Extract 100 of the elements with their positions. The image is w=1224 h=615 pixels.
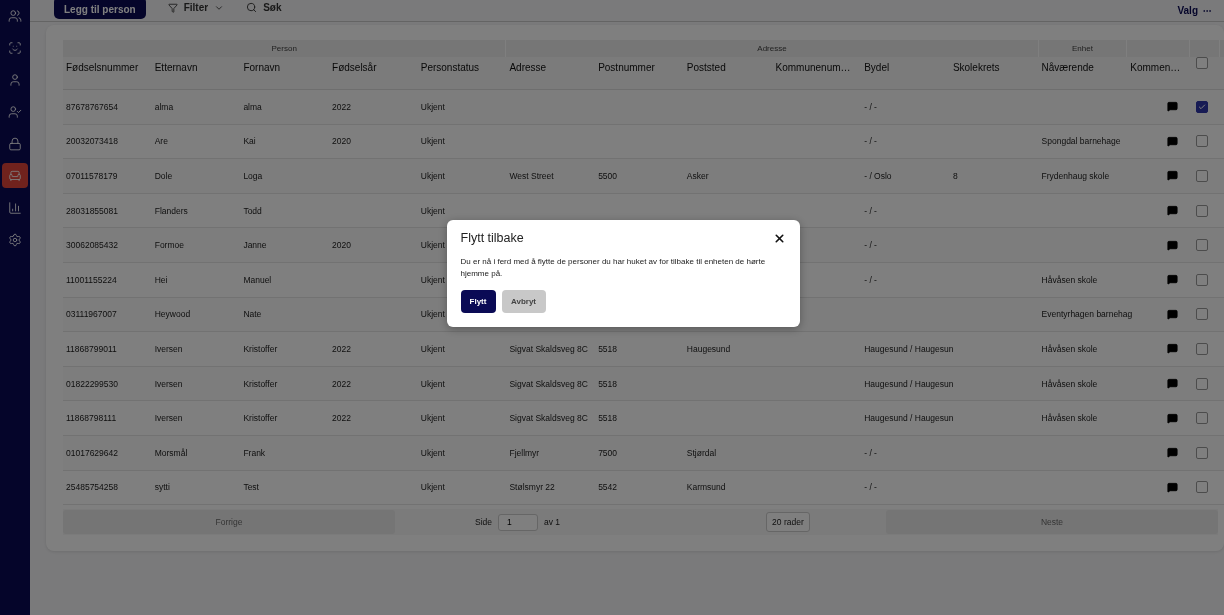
comment-icon[interactable] (1167, 205, 1179, 217)
comment-icon[interactable] (1167, 101, 1179, 113)
row-checkbox[interactable] (1196, 446, 1209, 459)
table-cell: 5518 (598, 378, 618, 389)
lock-icon (8, 136, 22, 151)
table-cell: 11868798111 (66, 413, 117, 424)
filter-button[interactable]: Filter (167, 2, 225, 13)
table-cell: Ukjent (420, 413, 445, 424)
table-cell: Formoe (154, 240, 184, 251)
close-button[interactable] (772, 231, 786, 245)
row-checkbox[interactable] (1196, 170, 1209, 182)
table-cell: - / - (864, 136, 877, 147)
table-cell: alma (243, 101, 262, 112)
select-all-checkbox[interactable] (1196, 57, 1209, 69)
row-checkbox[interactable] (1196, 342, 1209, 355)
table-cell: 8 (952, 171, 958, 181)
cancel-button[interactable]: Avbryt (501, 290, 546, 313)
comment-icon[interactable] (1167, 481, 1179, 493)
comment-icon[interactable] (1167, 308, 1179, 320)
table-cell: 2022 (332, 343, 351, 354)
column-header[interactable]: Adresse (506, 57, 596, 89)
column-header[interactable]: Poststed (683, 57, 773, 89)
confirm-button[interactable]: Flytt (460, 290, 496, 313)
row-checkbox[interactable] (1196, 377, 1209, 390)
table-cell: sytti (154, 482, 170, 493)
column-header[interactable]: Fornavn (240, 57, 330, 89)
table-cell: Are (154, 136, 168, 147)
table-cell: 07011578179 (66, 171, 118, 181)
table-cell: Sigvat Skaldsveg 8C (509, 378, 588, 389)
table-cell: Haugesund / Haugesun (864, 413, 954, 424)
row-checkbox[interactable] (1196, 204, 1209, 217)
table-cell: alma (154, 101, 174, 112)
column-header[interactable]: Fødselsnummer (63, 57, 152, 89)
close-icon (772, 231, 786, 245)
table-cell: 2020 (332, 136, 351, 147)
table-cell: Håvåsen skole (1041, 343, 1098, 354)
table-cell: Håvåsen skole (1041, 274, 1098, 285)
comment-icon[interactable] (1167, 412, 1179, 424)
table-cell: 5518 (598, 413, 618, 424)
comment-icon[interactable] (1167, 447, 1179, 459)
column-header[interactable]: Kommen… (1127, 57, 1191, 89)
table-cell: Flanders (154, 205, 188, 216)
comment-icon[interactable] (1167, 274, 1179, 286)
table-cell: - / - (864, 482, 877, 493)
column-header[interactable]: Nåværende (1038, 57, 1128, 89)
table-cell: Ukjent (420, 274, 445, 285)
table-cell: 11868799011 (66, 343, 117, 354)
row-checkbox[interactable] (1196, 481, 1209, 494)
table-cell: Kai (243, 136, 256, 147)
table-cell: 2020 (332, 240, 351, 251)
add-person-button[interactable]: Legg til person (54, 0, 146, 19)
column-header[interactable]: Fødselsår (329, 57, 418, 89)
table-cell: 01822299530 (66, 378, 118, 389)
column-header[interactable]: Bydel (861, 57, 950, 89)
table-cell: Dole (154, 171, 173, 181)
row-checkbox[interactable] (1196, 308, 1209, 321)
table-cell: Ukjent (420, 447, 445, 458)
table-cell: Haugesund (686, 343, 731, 354)
page-size-select[interactable]: 20 rader (766, 512, 810, 533)
table-cell: Hei (154, 274, 168, 285)
row-checkbox[interactable] (1196, 100, 1209, 113)
table-cell: Janne (243, 240, 267, 251)
comment-icon[interactable] (1167, 135, 1179, 147)
user-icon (8, 72, 22, 87)
page-input[interactable]: 1 (498, 513, 538, 531)
comment-icon[interactable] (1167, 170, 1179, 182)
comment-icon[interactable] (1167, 378, 1179, 390)
table-cell: Sigvat Skaldsveg 8C (509, 413, 588, 424)
user-verified-icon (8, 104, 22, 119)
row-checkbox[interactable] (1196, 273, 1209, 286)
table-cell: Kristoffer (243, 378, 278, 389)
table-cell: 11001155224 (66, 274, 117, 285)
column-group-label: Adresse (757, 44, 787, 53)
column-header[interactable]: Personstatus (417, 57, 507, 89)
table-cell: Iversen (154, 378, 183, 389)
row-checkbox[interactable] (1196, 412, 1209, 425)
table-cell: - / - (864, 447, 877, 458)
bar-chart-icon (8, 200, 22, 215)
table-cell: 25485754258 (66, 482, 118, 493)
table-cell: Heywood (154, 309, 191, 320)
search-icon (246, 2, 258, 13)
column-header[interactable]: Kommunenum… (772, 57, 862, 89)
column-group-label: Person (271, 44, 297, 53)
table-cell: 2022 (332, 101, 351, 112)
comment-icon[interactable] (1167, 343, 1179, 355)
options-button[interactable]: Valg (1177, 5, 1212, 16)
table-cell: Iversen (154, 413, 183, 424)
comment-icon[interactable] (1167, 239, 1179, 251)
column-header[interactable]: Etternavn (151, 57, 241, 89)
column-header[interactable]: Skolekrets (949, 57, 1039, 89)
table-cell: 01017629642 (66, 447, 118, 458)
table-cell: - / - (864, 101, 877, 112)
column-header[interactable]: Postnummer (595, 57, 684, 89)
row-checkbox[interactable] (1196, 135, 1209, 148)
row-checkbox[interactable] (1196, 239, 1209, 252)
table-cell: Ukjent (420, 101, 445, 112)
search-button[interactable]: Søk (246, 2, 282, 13)
table-cell: Fjellmyr (509, 447, 540, 458)
table-cell: Eventyrhagen barnehag (1041, 309, 1133, 320)
next-button[interactable]: Neste (886, 510, 1218, 535)
